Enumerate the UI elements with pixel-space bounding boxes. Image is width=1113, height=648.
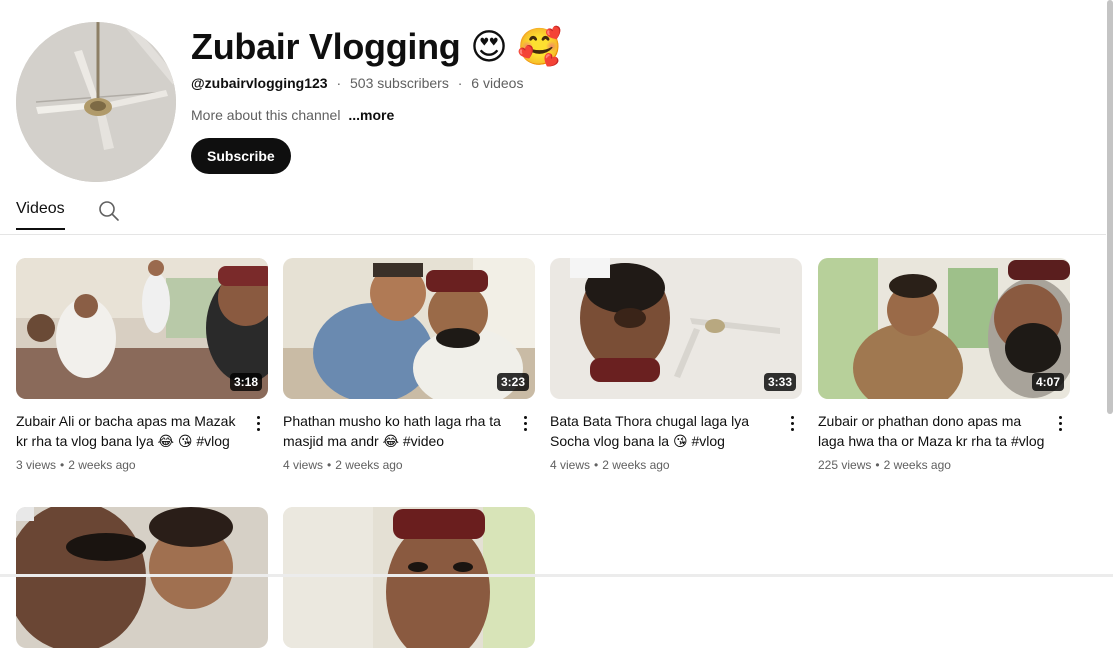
video-age: 2 weeks ago: [68, 458, 136, 472]
video-duration: 3:23: [496, 373, 529, 391]
stats-dot: •: [60, 458, 65, 472]
channel-about-link[interactable]: More about this channel ...more: [191, 107, 394, 123]
video-duration: 3:18: [229, 373, 262, 391]
video-age: 2 weeks ago: [602, 458, 670, 472]
video-card: [283, 507, 535, 648]
video-card: 4:07 Zubair or phathan dono apas ma laga…: [818, 258, 1070, 472]
channel-tabs: Videos: [0, 190, 1106, 235]
video-thumbnail[interactable]: [16, 507, 268, 648]
about-text: More about this channel: [191, 107, 341, 123]
video-stats: 4 views • 2 weeks ago: [283, 458, 403, 472]
video-age: 2 weeks ago: [883, 458, 951, 472]
video-views: 3 views: [16, 458, 57, 472]
video-stats: 3 views • 2 weeks ago: [16, 458, 136, 472]
video-views: 225 views: [818, 458, 872, 472]
video-card: [16, 507, 268, 648]
meta-separator: ·: [457, 75, 463, 91]
video-age: 2 weeks ago: [335, 458, 403, 472]
video-stats: 4 views • 2 weeks ago: [550, 458, 670, 472]
tab-videos[interactable]: Videos: [16, 200, 65, 230]
stats-dot: •: [875, 458, 880, 472]
more-vert-icon[interactable]: [1052, 412, 1068, 434]
meta-separator: ·: [336, 75, 342, 91]
subscriber-count: 503 subscribers: [350, 75, 449, 91]
thumbnail-image: [16, 507, 268, 648]
video-views: 4 views: [283, 458, 324, 472]
video-title[interactable]: Phathan musho ko hath laga rha ta masjid…: [283, 411, 511, 451]
video-title[interactable]: Zubair or phathan dono apas ma laga hwa …: [818, 411, 1046, 451]
channel-handle: @zubairvlogging123: [191, 75, 328, 91]
stats-dot: •: [327, 458, 332, 472]
video-thumbnail[interactable]: 3:33: [550, 258, 802, 399]
subscribe-button[interactable]: Subscribe: [191, 138, 291, 174]
ceiling-fan-photo: [16, 22, 176, 182]
video-thumbnail[interactable]: 3:18: [16, 258, 268, 399]
video-title[interactable]: Zubair Ali or bacha apas ma Mazak kr rha…: [16, 411, 244, 451]
channel-name: Zubair Vlogging 😍 🥰: [191, 26, 562, 68]
search-icon[interactable]: [97, 199, 121, 223]
more-vert-icon[interactable]: [784, 412, 800, 434]
video-count: 6 videos: [471, 75, 524, 91]
page-scrollbar[interactable]: [1107, 0, 1113, 414]
video-title[interactable]: Bata Bata Thora chugal laga lya Socha vl…: [550, 411, 778, 451]
video-thumbnail[interactable]: 3:23: [283, 258, 535, 399]
channel-name-emojis: 😍 🥰: [470, 26, 562, 67]
more-link[interactable]: ...more: [348, 107, 394, 123]
video-stats: 225 views • 2 weeks ago: [818, 458, 951, 472]
channel-meta: @zubairvlogging123 · 503 subscribers · 6…: [191, 75, 523, 91]
video-card: 3:23 Phathan musho ko hath laga rha ta m…: [283, 258, 535, 472]
channel-avatar[interactable]: [16, 22, 176, 182]
video-duration: 4:07: [1031, 373, 1064, 391]
more-vert-icon[interactable]: [517, 412, 533, 434]
stats-dot: •: [594, 458, 599, 472]
thumbnail-image: [283, 507, 535, 648]
video-thumbnail[interactable]: [283, 507, 535, 648]
more-vert-icon[interactable]: [250, 412, 266, 434]
video-views: 4 views: [550, 458, 591, 472]
video-thumbnail[interactable]: 4:07: [818, 258, 1070, 399]
channel-name-text: Zubair Vlogging: [191, 26, 461, 67]
video-duration: 3:33: [763, 373, 796, 391]
video-card: 3:18 Zubair Ali or bacha apas ma Mazak k…: [16, 258, 268, 472]
video-card: 3:33 Bata Bata Thora chugal laga lya Soc…: [550, 258, 802, 472]
